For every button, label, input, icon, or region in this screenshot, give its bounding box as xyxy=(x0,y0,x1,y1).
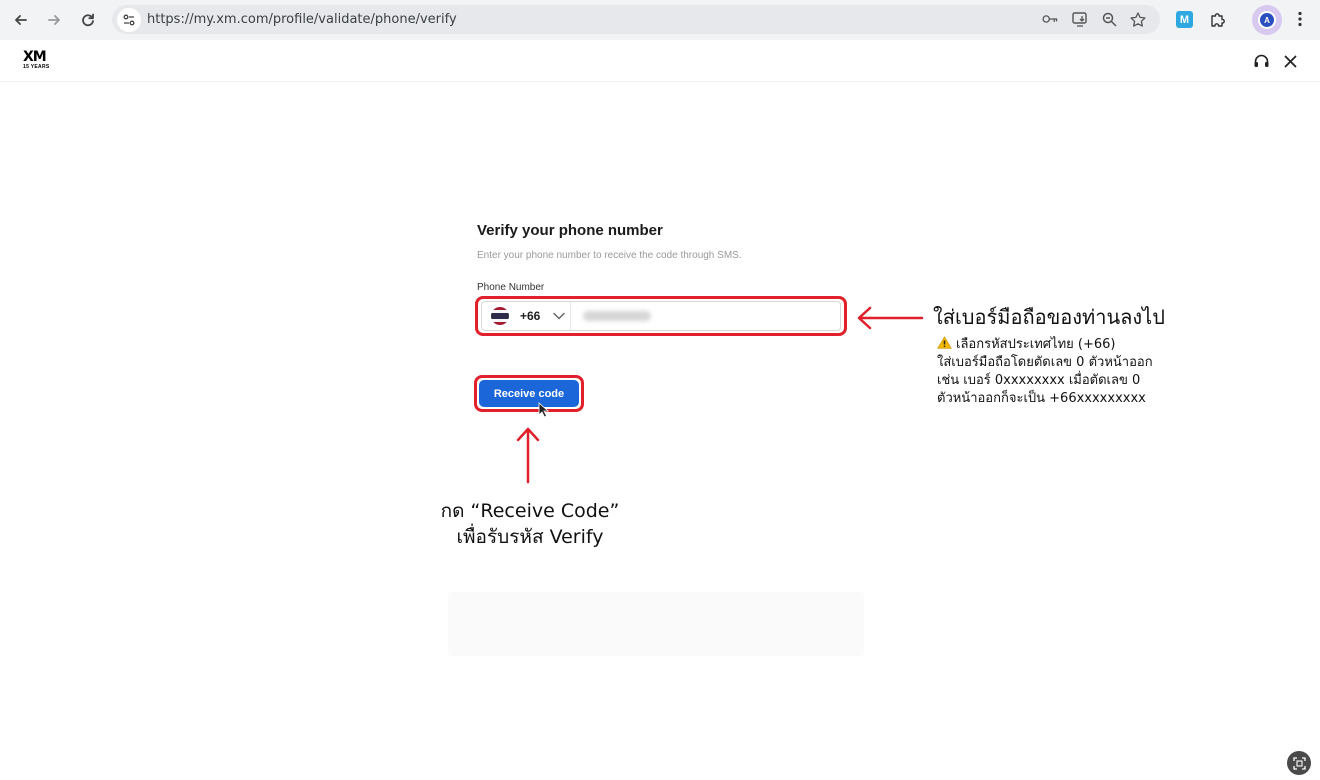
page-subtitle: Enter your phone number to receive the c… xyxy=(477,250,742,261)
close-icon[interactable] xyxy=(1281,52,1299,70)
reload-icon[interactable] xyxy=(75,7,101,33)
browser-toolbar: https://my.xm.com/profile/validate/phone… xyxy=(0,0,1320,40)
install-app-icon[interactable] xyxy=(1072,11,1088,27)
back-icon[interactable] xyxy=(8,7,34,33)
logo-subtitle: 15 YEARS xyxy=(23,64,50,70)
annotation-heading: ใส่เบอร์มือถือของท่านลงไป xyxy=(933,305,1165,329)
field-divider xyxy=(570,302,572,330)
chevron-down-icon[interactable] xyxy=(552,309,566,323)
address-bar[interactable]: https://my.xm.com/profile/validate/phone… xyxy=(112,5,1160,34)
warning-icon xyxy=(937,336,952,349)
xm-logo[interactable]: XM 15 YEARS xyxy=(23,50,57,72)
bookmark-star-icon[interactable] xyxy=(1130,11,1146,27)
zoom-icon[interactable] xyxy=(1101,11,1117,27)
thailand-flag-icon[interactable] xyxy=(491,307,509,325)
mouse-cursor-icon xyxy=(538,402,550,418)
arrow-up-icon xyxy=(516,427,540,484)
forward-icon[interactable] xyxy=(41,7,67,33)
annotation-bottom-line: เพื่อรับรหัส Verify xyxy=(456,526,604,548)
site-info-icon[interactable] xyxy=(117,7,141,32)
phone-number-field: +66 xyxy=(481,301,841,331)
headset-support-icon[interactable] xyxy=(1252,52,1270,70)
phone-number-label: Phone Number xyxy=(477,282,545,293)
annotation-bottom-line: กด “Receive Code” xyxy=(440,500,620,522)
arrow-left-icon xyxy=(857,306,924,330)
page-title: Verify your phone number xyxy=(477,222,663,239)
url-text[interactable]: https://my.xm.com/profile/validate/phone… xyxy=(147,12,457,27)
faded-placeholder-area xyxy=(448,592,864,656)
site-header: XM 15 YEARS xyxy=(0,40,1320,82)
phone-number-input[interactable] xyxy=(583,311,652,321)
password-key-icon[interactable] xyxy=(1042,11,1058,27)
screen-capture-icon[interactable] xyxy=(1287,751,1311,775)
annotation-line: ตัวหน้าออกก็จะเป็น +66xxxxxxxxx xyxy=(937,391,1146,406)
receive-code-button[interactable]: Receive code xyxy=(479,380,579,407)
extension-m-icon[interactable]: M xyxy=(1176,11,1193,28)
puzzle-extensions-icon[interactable] xyxy=(1208,9,1228,29)
country-code-select[interactable]: +66 xyxy=(520,309,540,323)
avatar-letter: A xyxy=(1258,11,1276,29)
profile-avatar[interactable]: A xyxy=(1252,5,1282,35)
annotation-line-text: เลือกรหัสประเทศไทย (+66) xyxy=(956,337,1116,352)
annotation-bottom: กด “Receive Code” เพื่อรับรหัส Verify xyxy=(420,498,640,550)
kebab-menu-icon[interactable] xyxy=(1290,9,1310,29)
logo-text: XM xyxy=(23,49,47,65)
